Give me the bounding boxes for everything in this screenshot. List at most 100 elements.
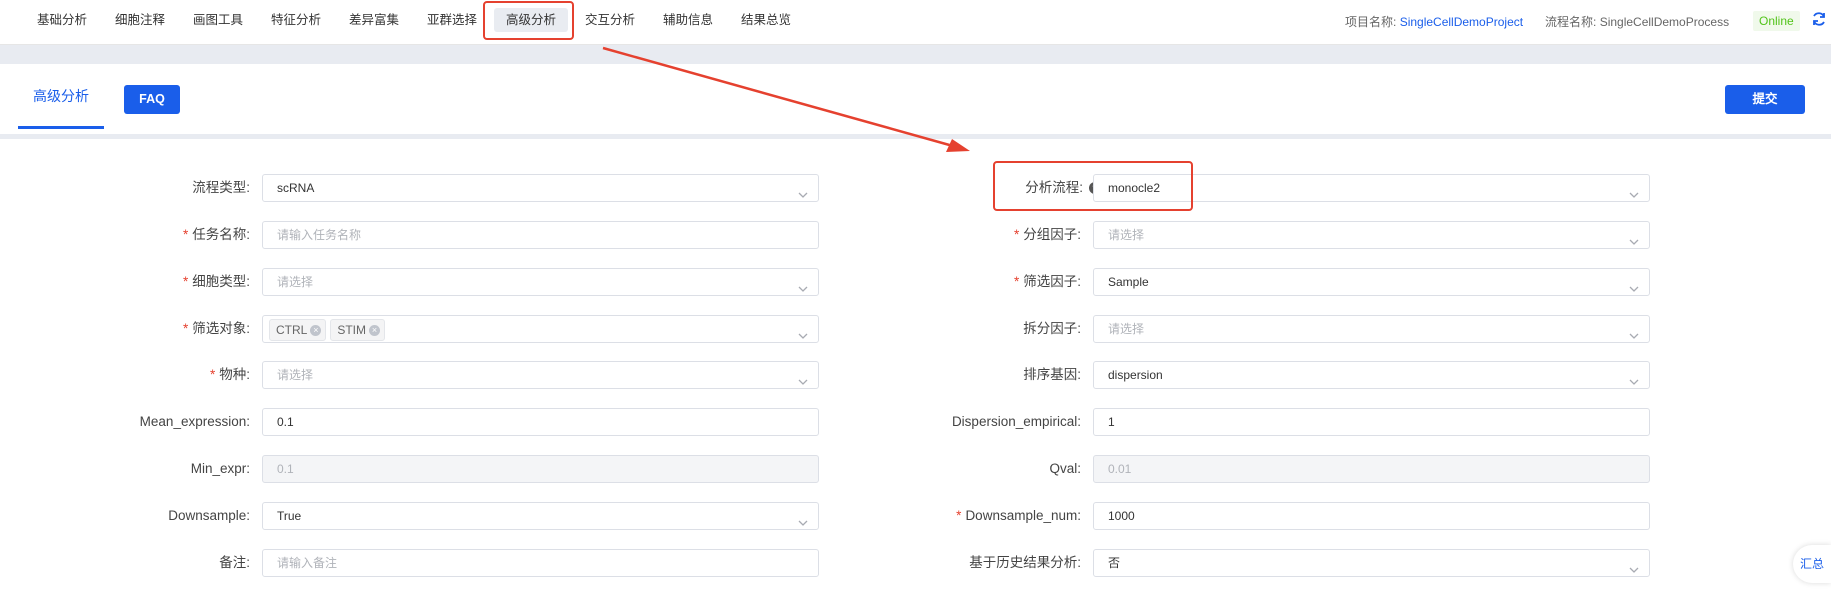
- chevron-down-icon: [1629, 183, 1639, 198]
- field-label: 流程类型:: [192, 174, 250, 202]
- tag-label: CTRL: [276, 322, 308, 337]
- text-input[interactable]: 1: [1093, 408, 1650, 436]
- text-input[interactable]: 请输入任务名称: [262, 221, 819, 249]
- select-dropdown[interactable]: CTRL × STIM ×: [262, 315, 819, 343]
- field-label-text: Min_expr:: [190, 461, 250, 476]
- required-asterisk: *: [209, 367, 216, 382]
- field-label: 基于历史结果分析:: [969, 549, 1081, 577]
- nav-item[interactable]: 特征分析: [259, 8, 333, 32]
- field-value: 1000: [1108, 509, 1135, 523]
- field-placeholder: 请选择: [277, 368, 314, 382]
- submit-button[interactable]: 提交: [1725, 85, 1805, 114]
- select-dropdown[interactable]: True: [262, 502, 819, 530]
- field-label: Dispersion_empirical:: [952, 408, 1081, 436]
- tag-close-icon[interactable]: ×: [310, 325, 322, 337]
- disabled-input: 0.1: [262, 455, 819, 483]
- field-value: scRNA: [277, 181, 315, 195]
- field-label: 排序基因:: [1023, 361, 1081, 389]
- field-label-text: 流程类型:: [192, 180, 250, 195]
- field-placeholder: 请选择: [1108, 322, 1145, 336]
- process-info: 流程名称: SingleCellDemoProcess: [1545, 13, 1729, 30]
- field-label-text: Qval:: [1049, 461, 1081, 476]
- field-label-text: 筛选因子:: [1023, 274, 1081, 289]
- field-value: 0.1: [277, 415, 294, 429]
- process-value: SingleCellDemoProcess: [1599, 15, 1730, 29]
- nav-item[interactable]: 差异富集: [337, 8, 411, 32]
- tab-advanced-analysis[interactable]: 高级分析: [18, 86, 104, 106]
- nav-item[interactable]: 亚群选择: [415, 8, 489, 32]
- select-dropdown[interactable]: 请选择: [1093, 221, 1650, 249]
- tab-bar: 高级分析 FAQ 提交: [0, 64, 1831, 139]
- refresh-icon[interactable]: [1811, 11, 1827, 27]
- field-label: * 分组因子:: [1014, 221, 1081, 249]
- field-label: * 物种:: [210, 361, 250, 389]
- nav-item[interactable]: 结果总览: [729, 8, 803, 32]
- field-label: Qval:: [1049, 455, 1081, 483]
- field-value: True: [277, 509, 302, 523]
- selected-tag: CTRL ×: [269, 318, 327, 341]
- select-dropdown[interactable]: 请选择: [262, 361, 819, 389]
- nav-item[interactable]: 交互分析: [573, 8, 647, 32]
- field-label-text: 分组因子:: [1023, 227, 1081, 242]
- required-asterisk: *: [182, 274, 189, 289]
- field-label: * 任务名称:: [183, 221, 250, 249]
- disabled-input: 0.01: [1093, 455, 1650, 483]
- chevron-down-icon: [1629, 558, 1639, 573]
- required-asterisk: *: [1013, 274, 1020, 289]
- nav-item[interactable]: 细胞注释: [103, 8, 177, 32]
- chevron-down-icon: [798, 277, 808, 292]
- field-placeholder: 请输入备注: [277, 556, 338, 570]
- nav-item[interactable]: 基础分析: [25, 8, 99, 32]
- field-value: Sample: [1108, 275, 1149, 289]
- field-label-text: Dispersion_empirical:: [951, 414, 1081, 429]
- field-label: Min_expr:: [191, 455, 250, 483]
- chevron-down-icon: [1629, 324, 1639, 339]
- field-label: * Downsample_num:: [956, 502, 1081, 530]
- field-label-text: 筛选对象:: [192, 321, 250, 336]
- nav-highlight-box: [483, 1, 574, 40]
- field-value: 否: [1108, 556, 1121, 570]
- text-input[interactable]: 0.1: [262, 408, 819, 436]
- field-label-text: 排序基因:: [1023, 367, 1081, 382]
- pipeline-highlight-box: [993, 161, 1193, 211]
- selected-tag: STIM ×: [330, 318, 386, 341]
- required-asterisk: *: [182, 321, 189, 336]
- tag-close-icon[interactable]: ×: [369, 325, 381, 337]
- field-label: * 筛选对象:: [183, 315, 250, 343]
- select-dropdown[interactable]: scRNA: [262, 174, 819, 202]
- select-dropdown[interactable]: 否: [1093, 549, 1650, 577]
- field-value: 0.1: [277, 462, 294, 476]
- nav-item[interactable]: 画图工具: [181, 8, 255, 32]
- field-value: 0.01: [1108, 462, 1132, 476]
- text-input[interactable]: 1000: [1093, 502, 1650, 530]
- field-label-text: Downsample_num:: [965, 508, 1081, 523]
- field-label-text: 拆分因子:: [1023, 321, 1081, 336]
- chevron-down-icon: [1629, 370, 1639, 385]
- required-asterisk: *: [1013, 227, 1020, 242]
- field-value: dispersion: [1108, 368, 1163, 382]
- field-label: * 细胞类型:: [183, 268, 250, 296]
- required-asterisk: *: [956, 508, 962, 523]
- text-input[interactable]: 请输入备注: [262, 549, 819, 577]
- select-dropdown[interactable]: 请选择: [1093, 315, 1650, 343]
- process-label: 流程名称:: [1545, 15, 1597, 29]
- field-label: * 筛选因子:: [1014, 268, 1081, 296]
- select-dropdown[interactable]: dispersion: [1093, 361, 1650, 389]
- select-dropdown[interactable]: Sample: [1093, 268, 1650, 296]
- project-info: 项目名称: SingleCellDemoProject: [1345, 13, 1523, 30]
- field-value: 1: [1108, 415, 1115, 429]
- project-value[interactable]: SingleCellDemoProject: [1400, 15, 1523, 29]
- select-dropdown[interactable]: 请选择: [262, 268, 819, 296]
- chevron-down-icon: [1629, 277, 1639, 292]
- field-placeholder: 请选择: [1108, 228, 1145, 242]
- project-label: 项目名称:: [1345, 15, 1397, 29]
- status-badge: Online: [1753, 11, 1800, 31]
- field-label: Mean_expression:: [140, 408, 250, 436]
- field-label: 拆分因子:: [1023, 315, 1081, 343]
- summary-button[interactable]: 汇总: [1793, 545, 1831, 583]
- chevron-down-icon: [798, 324, 808, 339]
- faq-button[interactable]: FAQ: [124, 85, 180, 114]
- field-label-text: 基于历史结果分析:: [969, 555, 1081, 570]
- nav-item[interactable]: 辅助信息: [651, 8, 725, 32]
- tab-underline: [18, 126, 104, 129]
